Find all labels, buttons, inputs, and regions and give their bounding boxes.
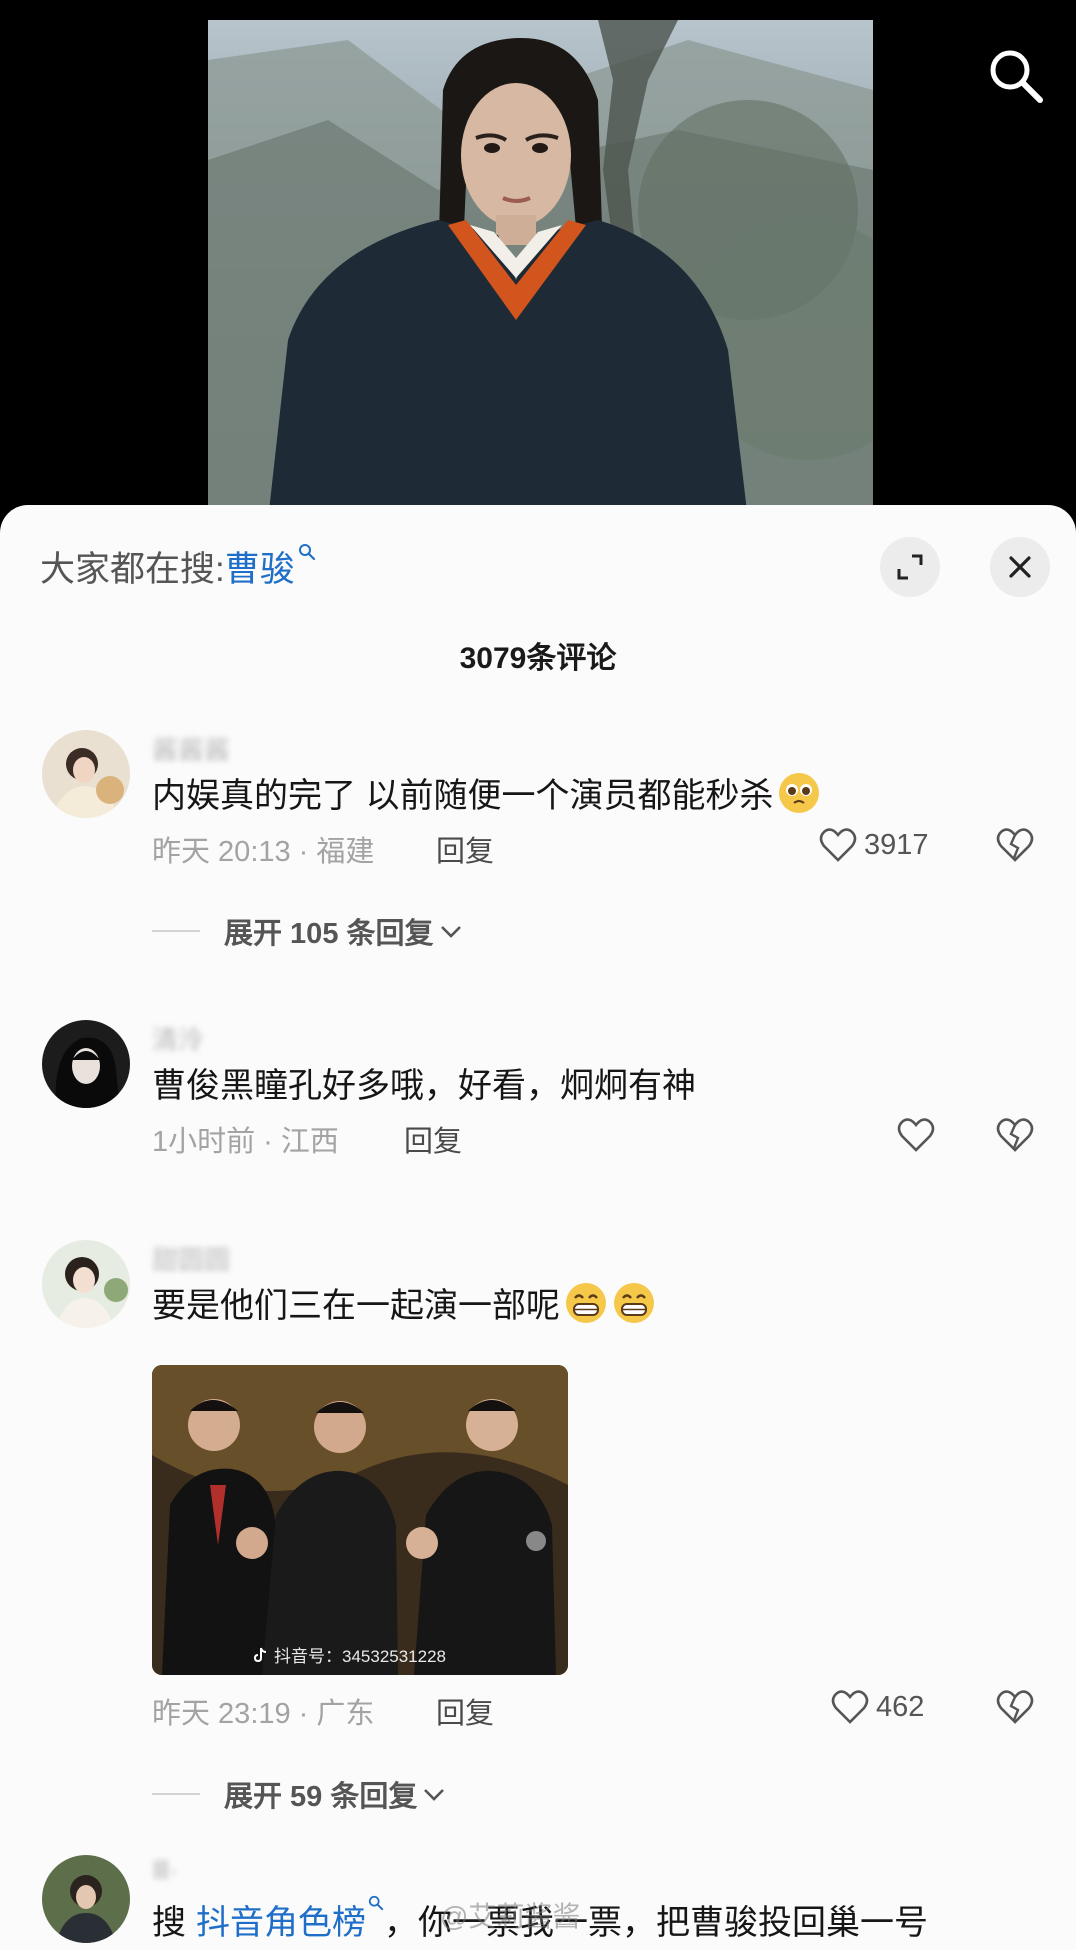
divider-line	[152, 1793, 200, 1795]
reply-button[interactable]: 回复	[404, 1118, 462, 1160]
comment-photo	[152, 1365, 568, 1675]
image-watermark-text: 抖音号：34532531228	[274, 1647, 447, 1666]
username[interactable]: 甜圆圆	[152, 1240, 230, 1277]
search-button[interactable]	[984, 44, 1048, 108]
like-count: 3917	[864, 828, 929, 861]
trending-term: 曹骏	[224, 550, 295, 589]
comment-text: 要是他们三在一起演一部呢	[152, 1278, 656, 1327]
search-icon	[368, 1895, 384, 1911]
divider-line	[152, 930, 200, 932]
role-ranking-label: 抖音角色榜	[196, 1904, 366, 1942]
expand-replies-label: 展开 59 条回复	[224, 1781, 418, 1813]
reply-button[interactable]: 回复	[436, 828, 494, 870]
chevron-down-icon	[424, 1789, 445, 1801]
search-icon	[990, 50, 1043, 103]
comment-text: 曹俊黑瞳孔好多哦，好看，炯炯有神	[152, 1067, 696, 1105]
comment-text-content: 内娱真的完了 以前随便一个演员都能秒杀	[152, 777, 774, 815]
search-icon	[298, 544, 315, 561]
grinning-face-icon	[614, 1282, 654, 1323]
broken-heart-icon	[996, 828, 1034, 862]
avatar[interactable]	[42, 730, 130, 818]
pleading-face-icon	[779, 772, 820, 813]
comment-text-content: 要是他们三在一起演一部呢	[152, 1287, 560, 1325]
like-button[interactable]: 3917	[818, 826, 929, 864]
tiktok-icon	[253, 1647, 267, 1662]
chevron-down-icon	[440, 926, 461, 938]
dislike-button[interactable]	[995, 1116, 1035, 1159]
comment-count: 3079条评论	[459, 642, 617, 675]
comment-meta: 昨天 20:13 · 福建	[152, 836, 375, 868]
avatar-image	[42, 730, 130, 818]
username[interactable]: 酱酱酱	[152, 730, 230, 767]
expand-replies-label: 展开 105 条回复	[224, 918, 434, 950]
dislike-button[interactable]	[995, 1688, 1035, 1731]
expand-button[interactable]	[880, 537, 940, 597]
broken-heart-icon	[996, 1690, 1034, 1724]
trending-prefix: 大家都在搜:	[40, 550, 225, 589]
image-watermark: 抖音号：34532531228	[252, 1642, 446, 1667]
trending-term-link[interactable]: 曹骏	[225, 541, 316, 592]
avatar-image	[42, 1240, 130, 1328]
weibo-watermark: @艾莉酱酱	[440, 1901, 581, 1932]
comment-image[interactable]: 抖音号：34532531228	[152, 1365, 568, 1675]
close-icon	[1009, 556, 1031, 578]
comment-text-prefix: 搜	[152, 1904, 186, 1942]
grinning-face-icon	[566, 1282, 606, 1323]
expand-icon	[897, 554, 923, 580]
role-ranking-link[interactable]: 抖音角色榜	[196, 1895, 384, 1944]
close-button[interactable]	[990, 537, 1050, 597]
comment-meta: 1小时前 · 江西	[152, 1126, 339, 1158]
reply-button[interactable]: 回复	[436, 1690, 494, 1732]
expand-replies-button[interactable]: 展开 59 条回复	[152, 1773, 447, 1815]
trending-search: 大家都在搜: 曹骏	[40, 541, 316, 592]
avatar[interactable]	[42, 1855, 130, 1943]
heart-icon	[897, 1118, 935, 1152]
like-button[interactable]	[896, 1116, 936, 1154]
like-button[interactable]: 462	[830, 1688, 924, 1726]
broken-heart-icon	[996, 1118, 1034, 1152]
username[interactable]: Ⅲ·	[152, 1855, 179, 1886]
expand-replies-button[interactable]: 展开 105 条回复	[152, 910, 464, 952]
avatar[interactable]	[42, 1240, 130, 1328]
dislike-button[interactable]	[995, 826, 1035, 869]
comment-meta: 昨天 23:19 · 广东	[152, 1698, 375, 1730]
like-count: 462	[876, 1690, 925, 1723]
username[interactable]: 清泠	[152, 1020, 204, 1057]
avatar[interactable]	[42, 1020, 130, 1108]
video-still	[208, 20, 873, 520]
avatar-image	[42, 1855, 130, 1943]
comment-sheet: 大家都在搜: 曹骏 3079条评论 酱酱酱 内娱真的完了 以前随便一个演员都能秒…	[0, 505, 1076, 1950]
heart-icon	[831, 1690, 869, 1724]
sheet-header: 大家都在搜: 曹骏	[0, 505, 1076, 625]
comment-text: 内娱真的完了 以前随便一个演员都能秒杀	[152, 768, 821, 817]
video-frame[interactable]	[208, 20, 873, 520]
avatar-image	[42, 1020, 130, 1108]
video-player[interactable]	[0, 0, 1076, 520]
heart-icon	[819, 828, 857, 862]
